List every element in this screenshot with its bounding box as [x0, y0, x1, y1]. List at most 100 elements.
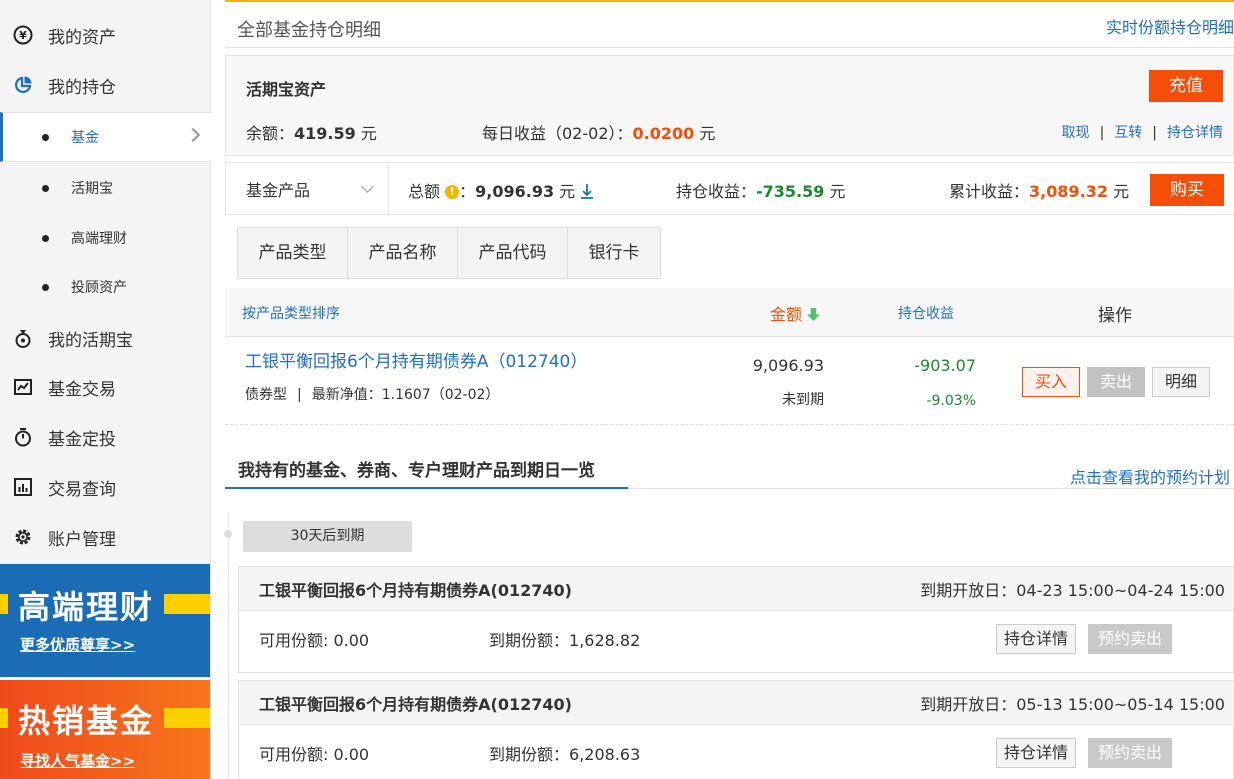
filter-product-code[interactable]: 产品代码 [458, 228, 568, 278]
tab-maturity[interactable]: 我持有的基金、券商、专户理财产品到期日一览 [225, 448, 628, 489]
banner-stripe [164, 708, 210, 728]
holding-detail-button[interactable]: 持仓详情 [996, 738, 1076, 768]
banner-stripe [164, 594, 210, 614]
banner-link[interactable]: 更多优质尊享>> [20, 634, 135, 655]
gear-icon [12, 526, 34, 548]
bar-chart-icon [12, 476, 34, 498]
page-title: 全部基金持仓明细 [237, 20, 381, 41]
hold-value: -735.59 [756, 182, 825, 201]
sidebar-item-label: 基金交易 [48, 379, 116, 400]
banner-high-end[interactable]: 高端理财 更多优质尊享>> [0, 564, 210, 677]
reserve-sell-button[interactable]: 预约卖出 [1088, 738, 1172, 768]
sidebar-subitem-high-end[interactable]: 高端理财 [0, 213, 211, 263]
reservation-plan-link[interactable]: 点击查看我的预约计划 [1070, 464, 1230, 488]
cum-value: 3,089.32 [1029, 182, 1108, 201]
sort-down-arrow-icon [807, 308, 821, 321]
total-value: 9,096.93 [475, 182, 555, 201]
bullet-icon [42, 133, 49, 141]
cum-unit: 元 [1113, 182, 1130, 201]
fund-name-link[interactable]: 工银平衡回报6个月持有期债券A（012740） [245, 347, 587, 372]
due-label: 到期份额： [489, 631, 570, 650]
filter-product-type[interactable]: 产品类型 [238, 228, 348, 278]
amount-column-header[interactable]: 金额 [770, 301, 821, 325]
sidebar-item-account[interactable]: 账户管理 [0, 512, 211, 562]
main-content: 全部基金持仓明细 实时份额持仓明细 活期宝资产 充值 余额：419.59 元 每… [224, 0, 1234, 779]
balance-label: 余额： [246, 124, 295, 143]
chevron-right-icon [185, 127, 201, 143]
banner-link[interactable]: 寻找人气基金>> [20, 750, 135, 771]
table-header: 按产品类型排序 金额 持仓收益 操作 [225, 288, 1234, 337]
sidebar-item-label: 账户管理 [48, 529, 116, 550]
banner-hot-fund[interactable]: 热销基金 寻找人气基金>> [0, 680, 210, 779]
sidebar-item-label: 交易查询 [48, 479, 116, 500]
sidebar-item-label: 我的活期宝 [48, 330, 133, 351]
amount-header-label: 金额 [770, 305, 803, 324]
fund-profit-pct: -9.03% [926, 393, 976, 409]
card-due-shares: 到期份额：6,208.63 [489, 741, 640, 765]
banner-stripe [0, 708, 8, 728]
card-available-shares: 可用份额: 0.00 [259, 631, 370, 650]
fund-type: 债券型 [245, 387, 287, 403]
sort-by-type[interactable]: 按产品类型排序 [242, 303, 340, 323]
buy-button[interactable]: 买入 [1022, 367, 1080, 397]
realtime-detail-link[interactable]: 实时份额持仓明细 [1106, 14, 1234, 38]
card-available-shares: 可用份额: 0.00 [259, 745, 370, 764]
sidebar-item-label: 基金定投 [48, 429, 116, 450]
card-due-shares: 到期份额：1,628.82 [489, 627, 640, 651]
maturity-tabbar: 我持有的基金、券商、专户理财产品到期日一览 点击查看我的预约计划 [225, 448, 1234, 489]
filter-bank-card[interactable]: 银行卡 [568, 228, 660, 278]
sidebar-item-my-holdings[interactable]: 我的持仓 [0, 60, 211, 110]
ops-column-header: 操作 [1098, 306, 1132, 326]
holding-detail-button[interactable]: 持仓详情 [996, 624, 1076, 654]
hold-label: 持仓收益： [676, 182, 757, 201]
detail-button[interactable]: 明细 [1152, 367, 1210, 397]
separator: | [297, 387, 302, 403]
info-icon[interactable]: ! [445, 185, 460, 199]
filter-product-name[interactable]: 产品名称 [348, 228, 458, 278]
fund-profit: -903.07 [914, 356, 976, 375]
download-icon[interactable] [580, 183, 594, 199]
sidebar-item-fund-plan[interactable]: 基金定投 [0, 412, 211, 462]
fund-nav: 最新净值：1.1607（02-02） [311, 387, 500, 403]
bullet-icon [42, 184, 49, 192]
pie-chart-icon [12, 74, 34, 96]
balance-unit: 元 [360, 124, 377, 143]
sidebar-item-my-assets[interactable]: ¥ 我的资产 [0, 10, 211, 60]
daily-income: 每日收益（02-02）：0.0200 元 [482, 120, 715, 144]
reserve-sell-button[interactable]: 预约卖出 [1088, 624, 1172, 654]
product-select-value: 基金产品 [246, 181, 311, 200]
sidebar-subitem-advisory[interactable]: 投顾资产 [0, 262, 211, 312]
filter-tabs: 产品类型 产品名称 产品代码 银行卡 [237, 227, 661, 279]
balance-value: 419.59 [294, 124, 356, 143]
total-label: 总额 [408, 182, 441, 201]
hqb-panel: 活期宝资产 充值 余额：419.59 元 每日收益（02-02）：0.0200 … [225, 55, 1234, 156]
table-row: 工银平衡回报6个月持有期债券A（012740） 债券型 | 最新净值：1.1607（… [225, 337, 1234, 425]
sell-button[interactable]: 卖出 [1087, 367, 1145, 397]
holding-detail-link[interactable]: 持仓详情 [1167, 125, 1223, 141]
transfer-link[interactable]: 互转 [1114, 125, 1142, 141]
yen-circle-icon: ¥ [12, 24, 34, 46]
sidebar-item-label: 我的持仓 [48, 77, 116, 98]
sidebar-item-fund-trade[interactable]: 基金交易 [0, 362, 211, 412]
sidebar-item-trade-query[interactable]: 交易查询 [0, 462, 211, 512]
sidebar-subitem-hqb[interactable]: 活期宝 [0, 163, 211, 213]
purchase-button[interactable]: 购买 [1150, 174, 1224, 206]
product-select[interactable]: 基金产品 [225, 163, 389, 215]
chevron-down-icon [361, 180, 374, 193]
separator: | [1099, 125, 1105, 141]
sidebar-subitem-label: 投顾资产 [71, 280, 127, 296]
sidebar-subitem-label: 高端理财 [71, 231, 127, 247]
svg-text:¥: ¥ [19, 29, 27, 42]
sidebar-subitem-fund[interactable]: 基金 [0, 112, 212, 162]
maturity-card-head: 工银平衡回报6个月持有期债券A(012740) 到期开放日：04-23 15:0… [239, 567, 1234, 611]
profit-column-header[interactable]: 持仓收益 [898, 303, 954, 323]
banner-stripe [0, 594, 8, 614]
total-unit: 元 [559, 182, 576, 201]
stopwatch-icon [12, 426, 34, 448]
sidebar-item-my-hqb[interactable]: 我的活期宝 [0, 313, 211, 363]
colon: ： [459, 182, 476, 201]
daily-unit: 元 [699, 124, 716, 143]
banner-title: 高端理财 [18, 588, 155, 626]
charge-button[interactable]: 充值 [1149, 70, 1223, 102]
withdraw-link[interactable]: 取现 [1062, 125, 1090, 141]
